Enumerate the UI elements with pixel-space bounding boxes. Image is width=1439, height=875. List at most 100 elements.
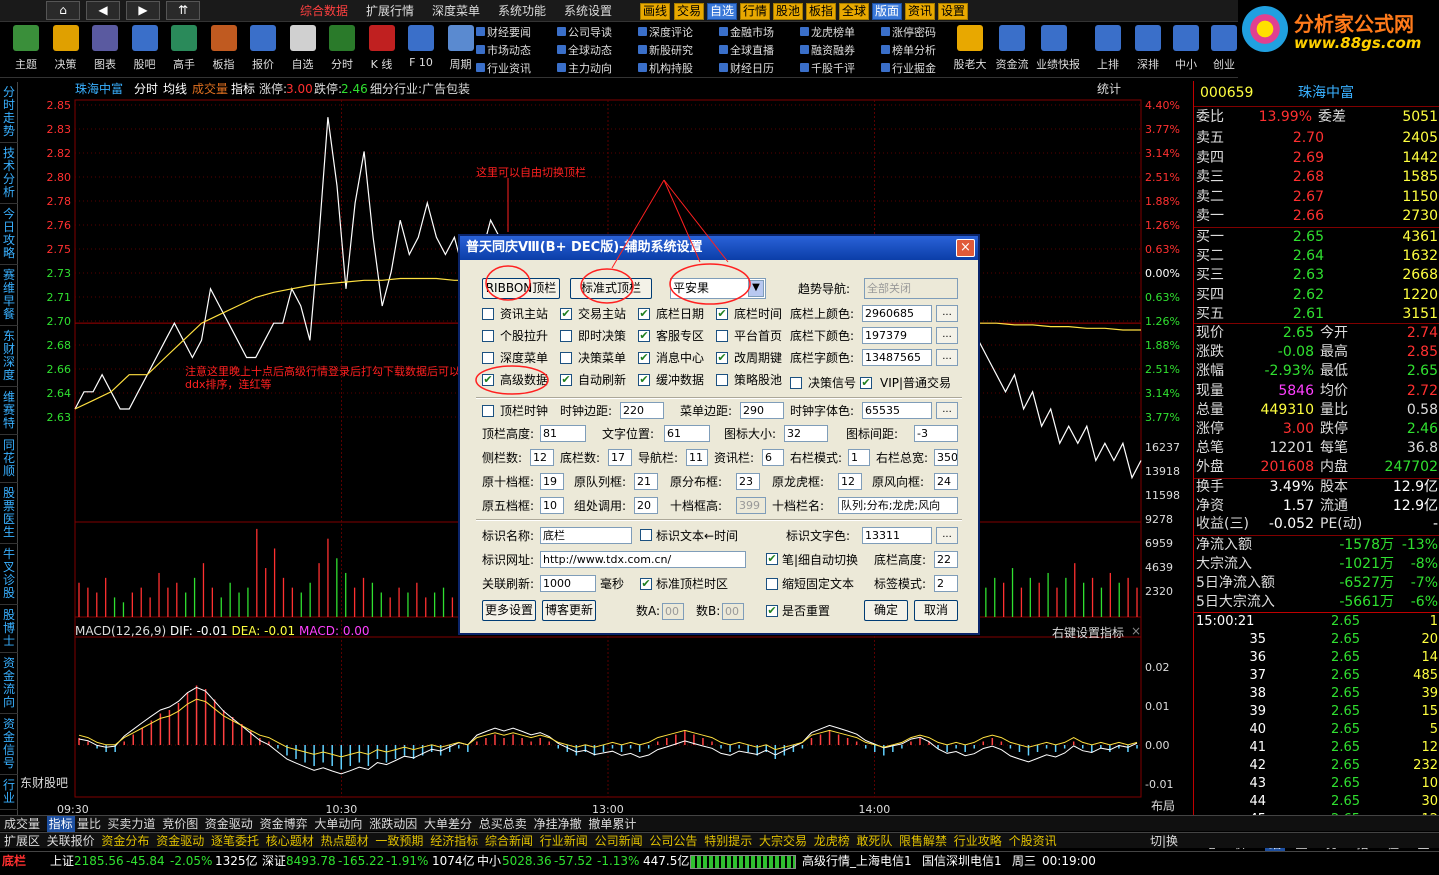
bottom-tab-2[interactable]: 量比 <box>77 816 101 832</box>
input-tag-name[interactable]: 底栏 <box>540 527 632 544</box>
menu-item-system-settings[interactable]: 系统设置 <box>564 2 612 20</box>
input-topbar-height[interactable]: 81 <box>540 425 586 442</box>
toolbar-link[interactable]: 千股千评 <box>800 60 855 77</box>
toolbar-right-button-5[interactable]: 中小 <box>1168 24 1204 76</box>
toolbar-right-button-1[interactable]: 资金流 <box>994 24 1030 76</box>
input-right-width[interactable]: 350 <box>934 449 958 466</box>
bottom-tab-3[interactable]: 买卖力道 <box>107 816 155 832</box>
toolbar-right-button-6[interactable]: 创业 <box>1206 24 1242 76</box>
menu-item-depth[interactable]: 深度菜单 <box>432 2 480 20</box>
toolbar-link[interactable]: 公司导读 <box>557 24 612 41</box>
input-tag-mode[interactable]: 2 <box>934 575 958 592</box>
toolbar-button-4[interactable]: 高手 <box>166 24 202 76</box>
input-bottom-height[interactable]: 22 <box>934 551 958 568</box>
bottom-tab-0[interactable]: 成交量 <box>4 816 40 832</box>
left-tab-4[interactable]: 东财深度 <box>0 326 18 387</box>
checkbox-topbar-clock[interactable] <box>482 405 494 417</box>
checkbox-auto-switch[interactable]: ✔ <box>766 553 778 565</box>
input-menu-margin[interactable]: 290 <box>740 402 784 419</box>
menu-item-system-func[interactable]: 系统功能 <box>498 2 546 20</box>
toolbar-button-1[interactable]: 决策 <box>48 24 84 76</box>
dialog-close-button[interactable]: × <box>956 239 975 257</box>
toolbar-button-11[interactable]: 周期 <box>443 24 479 76</box>
checkbox-0-1[interactable]: ✔ <box>560 308 572 320</box>
bottom-tab2-15[interactable]: 龙虎榜 <box>814 833 850 849</box>
close-icon[interactable]: × <box>1131 624 1141 638</box>
checkbox-3-1[interactable]: ✔ <box>560 374 572 386</box>
toolbar-link[interactable]: 财经要闻 <box>476 24 531 41</box>
quick-index[interactable]: 板指 <box>806 3 837 20</box>
left-tab-12[interactable]: 行业 <box>0 775 18 810</box>
toolbar-button-5[interactable]: 板指 <box>206 24 242 76</box>
bottom-tab2-19[interactable]: 个股资讯 <box>1009 833 1057 849</box>
color-picker-button[interactable]: ... <box>936 327 958 344</box>
toolbar-right-button-0[interactable]: 股老大 <box>952 24 988 76</box>
color-input-0[interactable]: 2960685 <box>862 305 932 322</box>
checkbox-1-1[interactable] <box>560 330 572 342</box>
checkbox-decision-signal[interactable] <box>790 377 802 389</box>
quick-pool[interactable]: 股池 <box>773 3 804 20</box>
bottom-tab2-9[interactable]: 综合新闻 <box>485 833 533 849</box>
input-ten-box[interactable]: 19 <box>540 473 564 490</box>
input-five-box[interactable]: 10 <box>540 497 564 514</box>
bottom-tab2-7[interactable]: 一致预期 <box>375 833 423 849</box>
input-tag-url[interactable]: http://www.tdx.com.cn/ <box>540 551 746 568</box>
input-news-bar[interactable]: 6 <box>762 449 784 466</box>
bottom-tab-10[interactable]: 总买总卖 <box>479 816 527 832</box>
bottom-tab2-11[interactable]: 公司新闻 <box>595 833 643 849</box>
checkbox-std-topbar-tz[interactable]: ✔ <box>640 578 652 590</box>
quick-global[interactable]: 全球 <box>839 3 870 20</box>
color-input-1[interactable]: 197379 <box>862 327 932 344</box>
checkbox-short-text[interactable] <box>766 578 778 590</box>
left-arrow-icon[interactable]: ◀ <box>86 1 120 20</box>
color-picker-button[interactable]: ... <box>936 527 958 544</box>
input-side-count[interactable]: 12 <box>530 449 554 466</box>
stats-button[interactable]: 统计 <box>1097 81 1121 97</box>
menu-item-overview[interactable]: 综合数据 <box>300 2 348 20</box>
server-1[interactable]: 高级行情_上海电信1 <box>802 853 912 869</box>
left-tab-10[interactable]: 资金流向 <box>0 653 18 714</box>
color-picker-button[interactable]: ... <box>936 402 958 419</box>
toolbar-button-10[interactable]: F 10 <box>403 24 439 76</box>
bottom-tab2-2[interactable]: 资金分布 <box>101 833 149 849</box>
quick-trade[interactable]: 交易 <box>674 3 705 20</box>
checkbox-2-2[interactable]: ✔ <box>638 352 650 364</box>
quick-settings[interactable]: 设置 <box>938 3 969 20</box>
bottom-left-label[interactable]: 东财股吧 <box>20 774 68 791</box>
left-tab-7[interactable]: 股票医生 <box>0 483 18 544</box>
input-clock-font-color[interactable]: 65535 <box>862 402 932 419</box>
bottom-tab2-8[interactable]: 经济指标 <box>430 833 478 849</box>
bottom-tab-7[interactable]: 大单动向 <box>314 816 362 832</box>
input-bottom-count[interactable]: 17 <box>608 449 632 466</box>
bottom-tab2-17[interactable]: 限售解禁 <box>899 833 947 849</box>
toolbar-link[interactable]: 财经日历 <box>719 60 774 77</box>
input-link-refresh[interactable]: 1000 <box>540 575 596 592</box>
checkbox-1-2[interactable]: ✔ <box>638 330 650 342</box>
toolbar-button-0[interactable]: 主题 <box>8 24 44 76</box>
bottom-tab2-6[interactable]: 热点题材 <box>321 833 369 849</box>
toolbar-button-6[interactable]: 报价 <box>245 24 281 76</box>
input-wind-box[interactable]: 24 <box>934 473 958 490</box>
checkbox-vip[interactable]: ✔ <box>860 377 872 389</box>
bottom-tab2-16[interactable]: 敢死队 <box>856 833 892 849</box>
left-tab-9[interactable]: 股博士 <box>0 605 18 653</box>
bottom-tab2-20[interactable]: 切|换 <box>1150 833 1178 849</box>
checkbox-0-2[interactable]: ✔ <box>638 308 650 320</box>
input-right-mode[interactable]: 1 <box>848 449 870 466</box>
toolbar-link[interactable]: 全球直播 <box>719 42 774 59</box>
toolbar-right-button-3[interactable]: 上排 <box>1090 24 1126 76</box>
right-arrow-icon[interactable]: ▶ <box>126 1 160 20</box>
input-clock-margin[interactable]: 220 <box>620 402 664 419</box>
bottom-tab2-13[interactable]: 特别提示 <box>704 833 752 849</box>
ok-button[interactable]: 确定 <box>864 600 908 621</box>
toolbar-link[interactable]: 新股研究 <box>638 42 693 59</box>
left-tab-5[interactable]: 维赛特 <box>0 387 18 435</box>
home-icon[interactable]: ⌂ <box>46 1 80 20</box>
tab-avg[interactable]: 均线 <box>163 81 187 97</box>
toolbar-link[interactable]: 主力动向 <box>557 60 612 77</box>
toolbar-link[interactable]: 融资融券 <box>800 42 855 59</box>
quick-news[interactable]: 资讯 <box>905 3 936 20</box>
ribbon-topbar-button[interactable]: RIBBON顶栏 <box>482 278 560 299</box>
bottom-tab-6[interactable]: 资金博弈 <box>260 816 308 832</box>
tab-indicator[interactable]: 指标 <box>231 81 255 97</box>
